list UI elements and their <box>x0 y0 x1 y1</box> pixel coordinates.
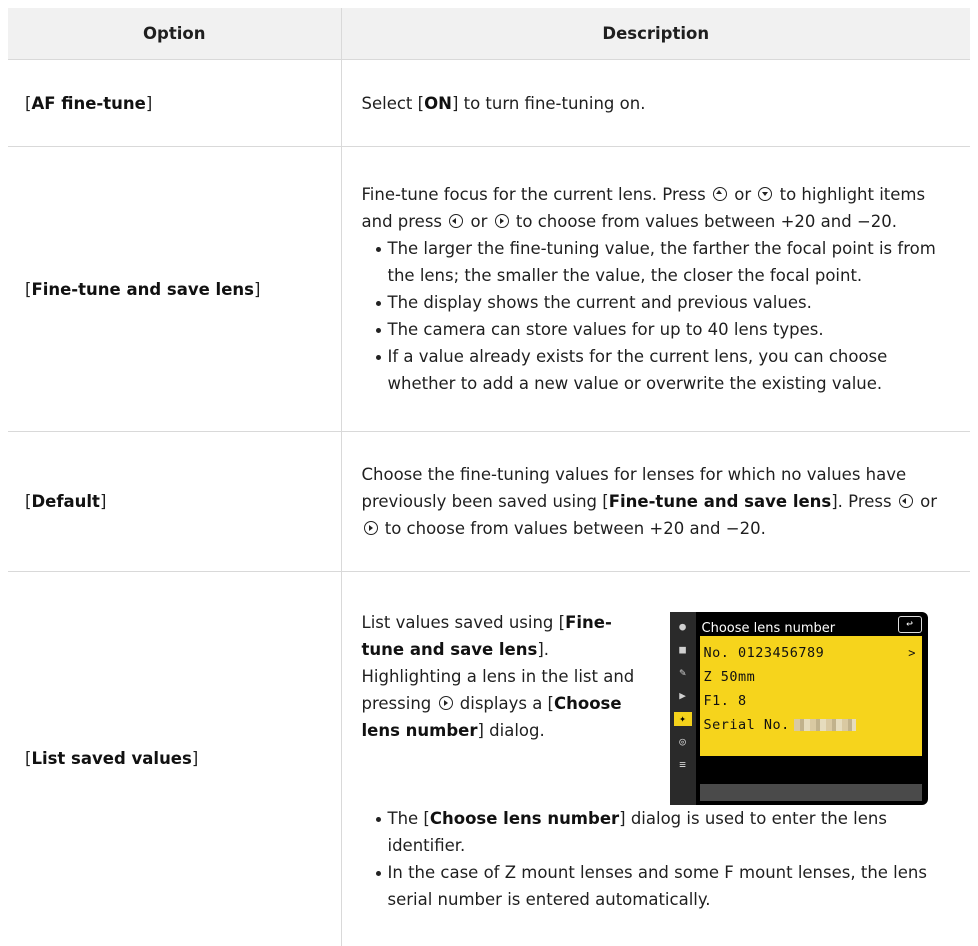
header-description: Description <box>341 8 970 60</box>
list-item: If a value already exists for the curren… <box>374 343 957 397</box>
option-cell: [Default] <box>8 431 342 572</box>
desc-text: or <box>920 492 937 511</box>
multi-selector-right-icon <box>438 696 453 711</box>
movie-icon: ■ <box>679 643 686 657</box>
list-item: The camera can store values for up to 40… <box>374 316 957 343</box>
desc-text: List values saved using [ <box>361 613 566 633</box>
option-name: AF fine-tune <box>31 93 146 113</box>
row-fine-tune-save-lens: [Fine-tune and save lens] Fine-tune focu… <box>8 146 970 432</box>
lens-model-line: Z 50mm <box>703 669 756 686</box>
header-row: Option Description <box>8 8 970 60</box>
row-list-saved-values: [List saved values] List values saved us… <box>8 571 970 946</box>
blurred-serial <box>793 719 856 732</box>
desc-text: or <box>734 185 752 204</box>
header-option: Option <box>8 8 342 60</box>
option-name: List saved values <box>31 749 192 769</box>
menu-sidebar: ● ■ ✎ ▶ ✦ ◎ ≡ <box>669 612 696 806</box>
screen-footer <box>699 784 922 802</box>
row-af-fine-tune: [AF fine-tune] Select [ON] to turn fine-… <box>8 59 970 147</box>
lens-number-line: No. 0123456789 <box>703 645 825 662</box>
camera-icon: ● <box>679 620 686 634</box>
back-icon: ↩ <box>897 616 922 634</box>
list-values-intro: List values saved using [Fine-tune and s… <box>362 609 652 744</box>
desc-text: Fine-tune focus for the current lens. Pr… <box>361 185 706 204</box>
bullet-list: The larger the fine-tuning value, the fa… <box>362 235 957 397</box>
row-default: [Default] Choose the fine-tuning values … <box>8 431 970 572</box>
list-values-top: List values saved using [Fine-tune and s… <box>362 609 957 806</box>
list-item: The [Choose lens number] dialog is used … <box>374 805 957 859</box>
description-cell: Select [ON] to turn fine-tuning on. <box>341 59 970 147</box>
description-cell: List values saved using [Fine-tune and s… <box>341 572 970 946</box>
list-item: In the case of Z mount lenses and some F… <box>374 859 957 913</box>
option-cell: [AF fine-tune] <box>8 59 342 147</box>
desc-text: The [ <box>387 809 430 829</box>
option-name: Default <box>31 492 100 511</box>
desc-text: ]. Press <box>831 492 892 511</box>
multi-selector-left-icon <box>449 214 464 228</box>
option-cell: [Fine-tune and save lens] <box>8 146 342 432</box>
multi-selector-right-icon <box>494 214 509 228</box>
desc-text: or <box>470 212 488 231</box>
description-cell: Choose the fine-tuning values for lenses… <box>341 431 970 572</box>
desc-text: to choose from values between +20 and −2… <box>384 519 766 538</box>
option-cell: [List saved values] <box>8 571 342 946</box>
description-cell: Fine-tune focus for the current lens. Pr… <box>341 146 970 432</box>
serial-line: Serial No. <box>704 712 856 739</box>
desc-text: ] to turn fine-tuning on. <box>451 93 646 113</box>
lens-aperture-line: F1. 8 <box>703 693 747 710</box>
playback-icon: ▶ <box>679 689 686 703</box>
desc-bold: Choose lens number <box>429 809 620 829</box>
desc-text: displays a [ <box>459 694 554 714</box>
desc-bold: Fine-tune and save lens <box>608 492 832 511</box>
options-table: Option Description [AF fine-tune] Select… <box>8 8 970 946</box>
desc-paragraph: Fine-tune focus for the current lens. Pr… <box>362 181 957 235</box>
desc-bold: ON <box>424 93 452 113</box>
list-item: The display shows the current and previo… <box>374 289 957 316</box>
multi-selector-up-icon <box>712 187 727 201</box>
chevron-right-icon: > <box>908 646 916 661</box>
desc-text: to choose from values between +20 and −2… <box>515 212 898 231</box>
desc-text: Select [ <box>361 93 425 113</box>
multi-selector-down-icon <box>758 187 773 201</box>
bullet-list: The [Choose lens number] dialog is used … <box>362 805 957 913</box>
list-item: The larger the fine-tuning value, the fa… <box>374 235 957 289</box>
network-icon: ◎ <box>679 735 686 749</box>
option-name: Fine-tune and save lens <box>31 279 254 299</box>
desc-text: ] dialog. <box>477 721 545 741</box>
serial-label: Serial No. <box>703 717 790 734</box>
multi-selector-right-icon <box>363 521 378 535</box>
my-menu-icon: ≡ <box>679 758 686 772</box>
lens-info-panel: No. 0123456789 > Z 50mm F1. 8 Serial No. <box>699 636 922 757</box>
pencil-icon: ✎ <box>679 666 686 680</box>
camera-screen: ● ■ ✎ ▶ ✦ ◎ ≡ Choose lens number ↩ No. 0… <box>669 612 928 806</box>
setup-wrench-icon: ✦ <box>673 712 692 727</box>
multi-selector-left-icon <box>898 494 913 508</box>
